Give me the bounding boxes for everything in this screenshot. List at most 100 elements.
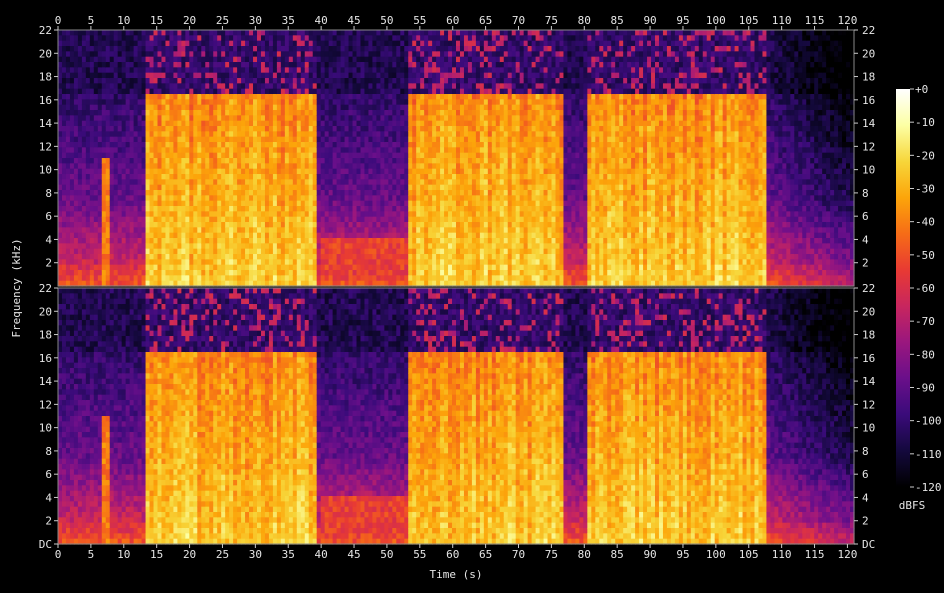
spectrogram-cell bbox=[348, 94, 354, 100]
spectrogram-cell bbox=[276, 67, 282, 74]
spectrogram-cell bbox=[280, 254, 286, 260]
spectrogram-cell bbox=[58, 120, 63, 127]
spectrogram-cell bbox=[292, 200, 298, 207]
spectrogram-cell bbox=[280, 227, 286, 234]
spectrogram-cell bbox=[173, 179, 178, 186]
spectrogram-cell bbox=[428, 136, 433, 143]
spectrogram-cell bbox=[69, 110, 75, 116]
spectrogram-cell bbox=[388, 147, 393, 154]
spectrogram-cell bbox=[217, 88, 222, 95]
spectrogram-cell bbox=[276, 264, 282, 271]
spectrogram-cell bbox=[241, 46, 246, 52]
spectrogram-cell bbox=[336, 115, 342, 122]
spectrogram-cell bbox=[125, 206, 131, 212]
spectrogram-cell bbox=[328, 259, 334, 266]
spectrogram-cell bbox=[217, 184, 222, 191]
spectrogram-cell bbox=[189, 158, 194, 164]
spectrogram-cell bbox=[233, 190, 238, 196]
spectrogram-cell bbox=[81, 142, 87, 148]
spectrogram-cell bbox=[452, 131, 457, 138]
spectrogram-cell bbox=[444, 168, 449, 175]
spectrogram-cell bbox=[153, 126, 159, 132]
spectrogram-cell bbox=[109, 195, 115, 202]
spectrogram-cell bbox=[85, 184, 91, 191]
spectrogram-cell bbox=[388, 206, 393, 212]
spectrogram-cell bbox=[376, 56, 381, 63]
spectrogram-cell bbox=[320, 238, 326, 244]
spectrogram-cell bbox=[376, 110, 381, 116]
spectrogram-cell bbox=[344, 264, 350, 271]
spectrogram-cell bbox=[328, 56, 334, 63]
spectrogram-cell bbox=[169, 254, 175, 260]
spectrogram-cell bbox=[436, 88, 441, 95]
spectrogram-cell bbox=[121, 104, 127, 111]
spectrogram-cell bbox=[300, 270, 306, 276]
spectrogram-cell bbox=[193, 254, 198, 260]
spectrogram-cell bbox=[416, 222, 421, 228]
spectrogram-cell bbox=[376, 216, 381, 223]
spectrogram-cell bbox=[149, 142, 155, 148]
spectrogram-cell bbox=[360, 46, 366, 52]
spectrogram-cell bbox=[173, 206, 178, 212]
spectrogram-cell bbox=[428, 275, 433, 282]
spectrogram-cell bbox=[101, 200, 107, 207]
spectrogram-cell bbox=[364, 136, 370, 143]
spectrogram-cell bbox=[189, 206, 194, 212]
spectrogram-cell bbox=[241, 35, 246, 42]
spectrogram-cell bbox=[376, 190, 381, 196]
spectrogram-cell bbox=[237, 238, 242, 244]
spectrogram-cell bbox=[376, 35, 381, 42]
spectrogram-cell bbox=[109, 232, 115, 239]
spectrogram-cell bbox=[292, 206, 298, 212]
spectrogram-cell bbox=[420, 200, 425, 207]
spectrogram-cell bbox=[264, 163, 270, 170]
spectrogram-cell bbox=[169, 200, 175, 207]
spectrogram-cell bbox=[296, 232, 302, 239]
spectrogram-cell bbox=[165, 222, 171, 228]
spectrogram-cell bbox=[201, 195, 206, 202]
spectrogram-cell bbox=[340, 275, 346, 282]
spectrogram-cell bbox=[420, 78, 425, 84]
spectrogram-cell bbox=[145, 88, 151, 95]
spectrogram-cell bbox=[388, 259, 393, 266]
spectrogram-cell bbox=[241, 99, 246, 106]
spectrogram-cell bbox=[225, 179, 230, 186]
spectrogram-cell bbox=[113, 152, 119, 159]
spectrogram-cell bbox=[217, 152, 222, 159]
spectrogram-cell bbox=[153, 206, 159, 212]
spectrogram-cell bbox=[125, 179, 131, 186]
spectrogram-cell bbox=[153, 110, 159, 116]
spectrogram-cell bbox=[69, 56, 75, 63]
spectrogram-cell bbox=[268, 152, 274, 159]
spectrogram-cell bbox=[221, 67, 226, 74]
spectrogram-cell bbox=[272, 275, 278, 282]
spectrogram-cell bbox=[388, 200, 393, 207]
spectrogram-cell bbox=[260, 227, 266, 234]
spectrogram-cell bbox=[392, 51, 397, 58]
spectrogram-cell bbox=[153, 78, 159, 84]
spectrogram-cell bbox=[233, 163, 238, 170]
spectrogram-cell bbox=[284, 206, 290, 212]
spectrogram-cell bbox=[288, 275, 294, 282]
spectrogram-cell bbox=[217, 270, 222, 276]
spectrogram-cell bbox=[384, 152, 389, 159]
spectrogram-cell bbox=[360, 147, 366, 154]
spectrogram-cell bbox=[141, 216, 147, 223]
spectrogram-cell bbox=[217, 35, 222, 42]
spectrogram-cell bbox=[105, 238, 111, 244]
spectrogram-cell bbox=[97, 142, 103, 148]
spectrogram-cell bbox=[89, 190, 95, 196]
spectrogram-cell bbox=[348, 179, 354, 186]
spectrogram-cell bbox=[448, 46, 453, 52]
spectrogram-cell bbox=[145, 78, 151, 84]
spectrogram-cell bbox=[388, 51, 393, 58]
spectrogram-cell bbox=[368, 46, 374, 52]
spectrogram-cell bbox=[101, 222, 107, 228]
spectrogram-cell bbox=[193, 131, 198, 138]
spectrogram-cell bbox=[233, 94, 238, 100]
spectrogram-cell bbox=[61, 104, 67, 111]
spectrogram-cell bbox=[384, 232, 389, 239]
spectrogram-cell bbox=[201, 110, 206, 116]
spectrogram-cell bbox=[165, 147, 171, 154]
spectrogram-cell bbox=[424, 158, 429, 164]
